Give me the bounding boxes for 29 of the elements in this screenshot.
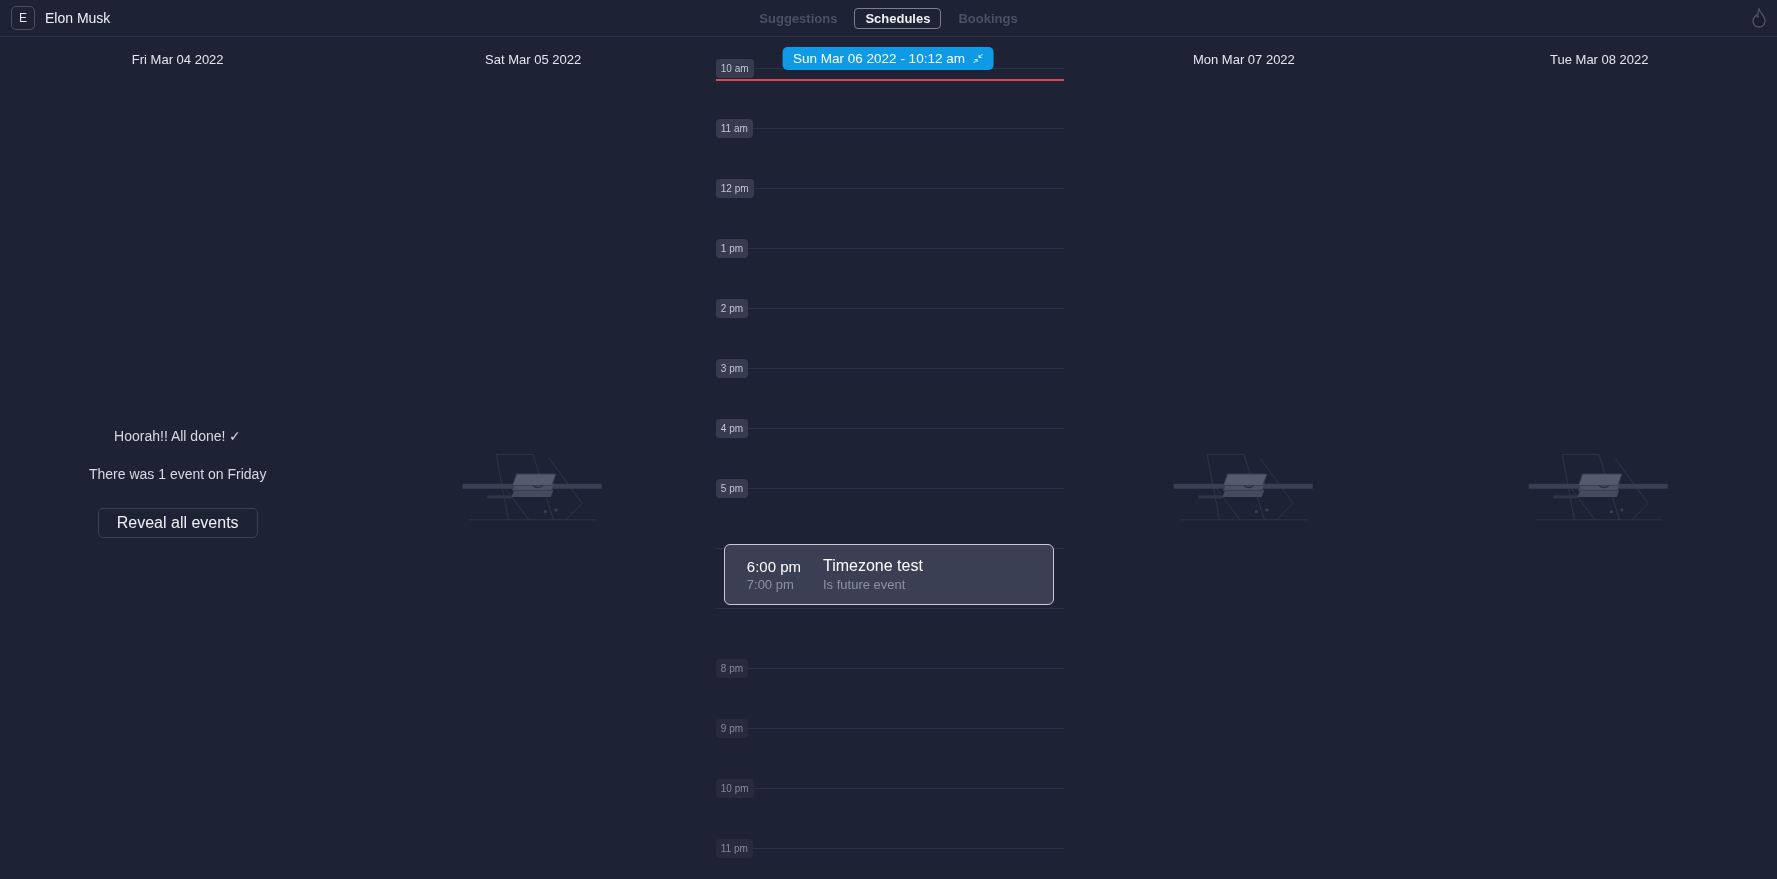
event-summary: There was 1 event on Friday: [89, 465, 267, 482]
hour-label: 10 am: [715, 58, 754, 78]
event-card[interactable]: 6:00 pm 7:00 pm Timezone test Is future event: [723, 544, 1054, 605]
user-avatar[interactable]: E: [11, 6, 35, 30]
hour-label: 12 pm: [715, 178, 754, 198]
hour-label: 11 pm: [715, 838, 753, 858]
flame-icon[interactable]: [1751, 8, 1767, 28]
day-date: Fri Mar 04 2022: [131, 52, 224, 67]
reveal-events-button[interactable]: Reveal all events: [97, 507, 258, 538]
user-name: Elon Musk: [45, 10, 111, 26]
event-note: Is future event: [823, 577, 907, 592]
hour-label: 9 pm: [715, 718, 749, 738]
event-start: 6:00 pm: [746, 557, 801, 575]
hour-label: 3 pm: [715, 358, 749, 378]
collapse-icon: [972, 53, 984, 64]
hour-label: 1 pm: [715, 238, 749, 258]
hour-label: 8 pm: [715, 658, 749, 678]
done-message: Hoorah!! All done! ✓: [114, 427, 242, 444]
hour-label: 2 pm: [715, 298, 749, 318]
event-end: 7:00 pm: [746, 576, 795, 592]
day-date: Tue Mar 08 2022: [1550, 52, 1649, 67]
hour-label: 11 am: [715, 118, 753, 138]
hour-label: 4 pm: [715, 418, 749, 438]
day-date: Mon Mar 07 2022: [1192, 52, 1295, 67]
event-title: Timezone test: [823, 557, 923, 575]
day-date: Sat Mar 05 2022: [485, 52, 582, 67]
nav-tab[interactable]: Schedules: [854, 7, 942, 29]
hour-label: 10 pm: [715, 778, 754, 798]
hour-label: 5 pm: [715, 478, 749, 498]
